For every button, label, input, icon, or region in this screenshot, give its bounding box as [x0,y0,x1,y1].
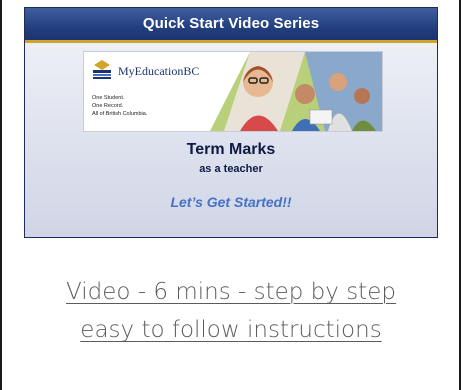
tagline-line: One Record. [92,103,124,109]
bc-crest-icon [93,60,111,79]
tagline-line: One Student. [92,95,125,101]
brand-name: MyEducationBC [118,64,200,78]
get-started-text: Let’s Get Started!! [170,194,292,210]
video-thumbnail[interactable]: Quick Start Video Series MyEducationBC O… [24,7,438,238]
video-link-line: easy to follow instructions [80,317,382,343]
brand-logo: MyEducationBC [90,58,210,88]
video-link-line: Video - 6 mins - step by step [66,279,396,305]
video-subtitle: as a teacher [199,163,263,175]
brand-strip: MyEducationBC One Student. One Record. A… [84,52,382,131]
tagline-line: All of British Columbia. [92,111,148,117]
video-title: Term Marks [186,141,276,158]
brand-tagline: One Student. One Record. All of British … [92,94,147,118]
students-photo [210,52,382,131]
series-banner: Quick Start Video Series [25,8,437,43]
video-link[interactable]: Video - 6 mins - step by step easy to fo… [24,273,438,349]
video-card: Quick Start Video Series MyEducationBC O… [0,0,461,390]
